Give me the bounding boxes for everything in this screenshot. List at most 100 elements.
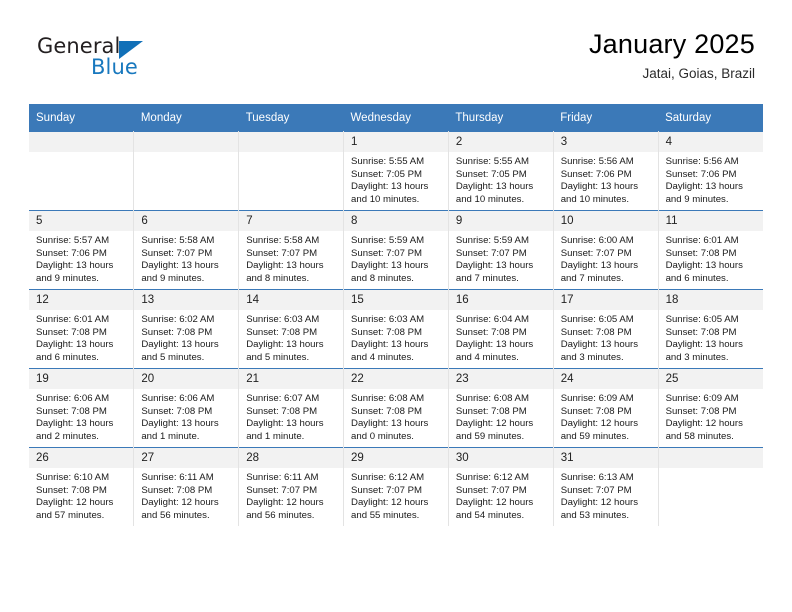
calendar-day-cell[interactable]: 13 Sunrise: 6:02 AM Sunset: 7:08 PM Dayligh… — [133, 289, 240, 369]
day-details: Sunrise: 5:57 AM Sunset: 7:06 PM Daylight:… — [29, 231, 133, 286]
day-details: Sunrise: 6:04 AM Sunset: 7:08 PM Daylight:… — [449, 310, 553, 365]
sunrise-text: Sunrise: 6:10 AM — [36, 472, 110, 483]
day-number: 12 — [29, 290, 134, 310]
calendar-day-cell[interactable]: 3 Sunrise: 5:56 AM Sunset: 7:06 PM Daylight… — [553, 131, 659, 211]
calendar-day-cell[interactable]: 26 Sunrise: 6:10 AM Sunset: 7:08 PM Dayligh… — [29, 447, 135, 526]
calendar-day-cell[interactable]: 11 Sunrise: 6:01 AM Sunset: 7:08 PM Dayligh… — [658, 210, 763, 290]
sunrise-text: Sunrise: 5:58 AM — [246, 235, 320, 246]
day-details: Sunrise: 6:03 AM Sunset: 7:08 PM Daylight:… — [239, 310, 343, 365]
sunset-text: Sunset: 7:07 PM — [455, 484, 527, 496]
day-number: 10 — [553, 211, 658, 231]
calendar-day-cell[interactable]: 15 Sunrise: 6:03 AM Sunset: 7:08 PM Dayligh… — [343, 289, 449, 369]
daylight-text: Daylight: 12 hours and 59 minutes. — [455, 418, 534, 443]
calendar-day-cell[interactable]: 4 Sunrise: 5:56 AM Sunset: 7:06 PM Daylight… — [658, 131, 763, 211]
day-number: 29 — [344, 448, 448, 468]
day-number: 11 — [658, 211, 763, 231]
day-number: 19 — [29, 369, 134, 389]
day-details: Sunrise: 6:09 AM Sunset: 7:08 PM Daylight:… — [554, 389, 658, 444]
daylight-text: Daylight: 13 hours and 8 minutes. — [246, 260, 324, 285]
calendar-day-cell[interactable]: 23 Sunrise: 6:08 AM Sunset: 7:08 PM Dayligh… — [448, 368, 554, 448]
calendar-day-cell[interactable]: 22 Sunrise: 6:08 AM Sunset: 7:08 PM Dayligh… — [343, 368, 449, 448]
sunset-text: Sunset: 7:08 PM — [455, 405, 527, 417]
calendar-day-cell[interactable]: 17 Sunrise: 6:05 AM Sunset: 7:08 PM Dayligh… — [553, 289, 659, 369]
daylight-text: Daylight: 13 hours and 7 minutes. — [455, 260, 534, 285]
daylight-text: Daylight: 13 hours and 4 minutes. — [351, 339, 429, 364]
sunset-text: Sunset: 7:07 PM — [351, 247, 422, 259]
weekday-header-sunday: Sunday — [29, 104, 134, 132]
day-details: Sunrise: 6:03 AM Sunset: 7:08 PM Daylight:… — [344, 310, 448, 365]
calendar-day-cell[interactable]: 2 Sunrise: 5:55 AM Sunset: 7:05 PM Daylight… — [448, 131, 554, 211]
calendar-grid: Sunday Monday Tuesday Wednesday Thursday… — [29, 104, 763, 526]
general-blue-logo[interactable]: General Blue — [37, 36, 157, 82]
calendar-body: 1 Sunrise: 5:55 AM Sunset: 7:05 PM Daylight… — [29, 131, 763, 526]
sunrise-text: Sunrise: 6:03 AM — [246, 314, 320, 325]
day-number: 5 — [29, 211, 134, 231]
calendar-day-cell[interactable]: 28 Sunrise: 6:11 AM Sunset: 7:07 PM Dayligh… — [238, 447, 345, 526]
day-number: 8 — [344, 211, 448, 231]
calendar-day-cell[interactable]: 19 Sunrise: 6:06 AM Sunset: 7:08 PM Dayligh… — [29, 368, 135, 448]
calendar-day-cell[interactable]: 31 Sunrise: 6:13 AM Sunset: 7:07 PM Dayligh… — [553, 447, 659, 526]
calendar-day-cell[interactable]: 18 Sunrise: 6:05 AM Sunset: 7:08 PM Dayligh… — [658, 289, 763, 369]
daylight-text: Daylight: 12 hours and 55 minutes. — [351, 497, 429, 522]
sunset-text: Sunset: 7:08 PM — [36, 326, 107, 338]
sunrise-text: Sunrise: 5:57 AM — [36, 235, 110, 246]
sunrise-text: Sunrise: 6:00 AM — [560, 235, 634, 246]
sunrise-text: Sunrise: 6:06 AM — [141, 393, 215, 404]
day-details: Sunrise: 5:56 AM Sunset: 7:06 PM Daylight:… — [554, 152, 658, 207]
sunrise-text: Sunrise: 5:55 AM — [455, 156, 529, 167]
day-details: Sunrise: 5:56 AM Sunset: 7:06 PM Daylight:… — [659, 152, 763, 207]
sunrise-text: Sunrise: 6:13 AM — [560, 472, 634, 483]
weekday-header-tuesday: Tuesday — [238, 104, 344, 132]
calendar-day-cell[interactable]: 20 Sunrise: 6:06 AM Sunset: 7:08 PM Dayligh… — [133, 368, 240, 448]
calendar-day-cell[interactable]: 10 Sunrise: 6:00 AM Sunset: 7:07 PM Dayligh… — [553, 210, 659, 290]
daylight-text: Daylight: 13 hours and 5 minutes. — [141, 339, 219, 364]
calendar-day-cell[interactable]: 8 Sunrise: 5:59 AM Sunset: 7:07 PM Daylight… — [343, 210, 449, 290]
calendar-day-cell[interactable]: 5 Sunrise: 5:57 AM Sunset: 7:06 PM Daylight… — [29, 210, 135, 290]
calendar-day-cell[interactable]: 1 Sunrise: 5:55 AM Sunset: 7:05 PM Daylight… — [343, 131, 449, 211]
sunset-text: Sunset: 7:06 PM — [36, 247, 107, 259]
daylight-text: Daylight: 13 hours and 10 minutes. — [455, 181, 534, 206]
day-number: 16 — [448, 290, 553, 310]
sunset-text: Sunset: 7:07 PM — [246, 247, 318, 259]
calendar-day-cell[interactable]: 25 Sunrise: 6:09 AM Sunset: 7:08 PM Dayligh… — [658, 368, 763, 448]
day-details: Sunrise: 6:11 AM Sunset: 7:07 PM Daylight:… — [239, 468, 343, 523]
calendar-day-cell[interactable]: 24 Sunrise: 6:09 AM Sunset: 7:08 PM Dayligh… — [553, 368, 659, 448]
daylight-text: Daylight: 13 hours and 3 minutes. — [560, 339, 639, 364]
calendar-page: General Blue January 2025 Jatai, Goias, … — [0, 0, 792, 612]
calendar-day-cell[interactable]: 9 Sunrise: 5:59 AM Sunset: 7:07 PM Daylight… — [448, 210, 554, 290]
daylight-text: Daylight: 13 hours and 1 minute. — [141, 418, 219, 443]
sunrise-text: Sunrise: 6:11 AM — [246, 472, 319, 483]
calendar-day-cell[interactable]: 6 Sunrise: 5:58 AM Sunset: 7:07 PM Daylight… — [133, 210, 240, 290]
sunrise-text: Sunrise: 6:06 AM — [36, 393, 110, 404]
sunset-text: Sunset: 7:08 PM — [665, 326, 737, 338]
sunrise-text: Sunrise: 6:05 AM — [665, 314, 739, 325]
calendar-day-cell[interactable]: 14 Sunrise: 6:03 AM Sunset: 7:08 PM Dayligh… — [238, 289, 345, 369]
sunset-text: Sunset: 7:05 PM — [455, 168, 527, 180]
sunrise-text: Sunrise: 6:11 AM — [141, 472, 214, 483]
sunset-text: Sunset: 7:08 PM — [36, 405, 107, 417]
calendar-day-cell[interactable]: 21 Sunrise: 6:07 AM Sunset: 7:08 PM Dayligh… — [238, 368, 345, 448]
calendar-day-cell[interactable]: 16 Sunrise: 6:04 AM Sunset: 7:08 PM Dayligh… — [448, 289, 554, 369]
day-details: Sunrise: 6:09 AM Sunset: 7:08 PM Daylight:… — [659, 389, 763, 444]
day-details: Sunrise: 6:10 AM Sunset: 7:08 PM Daylight:… — [29, 468, 133, 523]
day-details: Sunrise: 5:59 AM Sunset: 7:07 PM Daylight:… — [344, 231, 448, 286]
calendar-week-row: 12 Sunrise: 6:01 AM Sunset: 7:08 PM Dayligh… — [29, 289, 763, 369]
calendar-cell-empty — [238, 131, 345, 211]
sunset-text: Sunset: 7:07 PM — [141, 247, 213, 259]
page-header: General Blue January 2025 Jatai, Goias, … — [0, 0, 792, 104]
sunrise-text: Sunrise: 6:12 AM — [351, 472, 425, 483]
calendar-day-cell[interactable]: 12 Sunrise: 6:01 AM Sunset: 7:08 PM Dayligh… — [29, 289, 135, 369]
calendar-day-cell[interactable]: 29 Sunrise: 6:12 AM Sunset: 7:07 PM Dayligh… — [343, 447, 449, 526]
sunset-text: Sunset: 7:08 PM — [351, 326, 422, 338]
calendar-day-cell[interactable]: 30 Sunrise: 6:12 AM Sunset: 7:07 PM Dayligh… — [448, 447, 554, 526]
daylight-text: Daylight: 12 hours and 53 minutes. — [560, 497, 639, 522]
calendar-header-row: Sunday Monday Tuesday Wednesday Thursday… — [29, 104, 763, 132]
day-number: 22 — [344, 369, 448, 389]
sunset-text: Sunset: 7:06 PM — [560, 168, 632, 180]
calendar-day-cell[interactable]: 27 Sunrise: 6:11 AM Sunset: 7:08 PM Dayligh… — [133, 447, 240, 526]
daylight-text: Daylight: 13 hours and 4 minutes. — [455, 339, 534, 364]
sunset-text: Sunset: 7:07 PM — [560, 484, 632, 496]
daylight-text: Daylight: 13 hours and 5 minutes. — [246, 339, 324, 364]
day-number: 28 — [239, 448, 344, 468]
calendar-day-cell[interactable]: 7 Sunrise: 5:58 AM Sunset: 7:07 PM Daylight… — [238, 210, 345, 290]
